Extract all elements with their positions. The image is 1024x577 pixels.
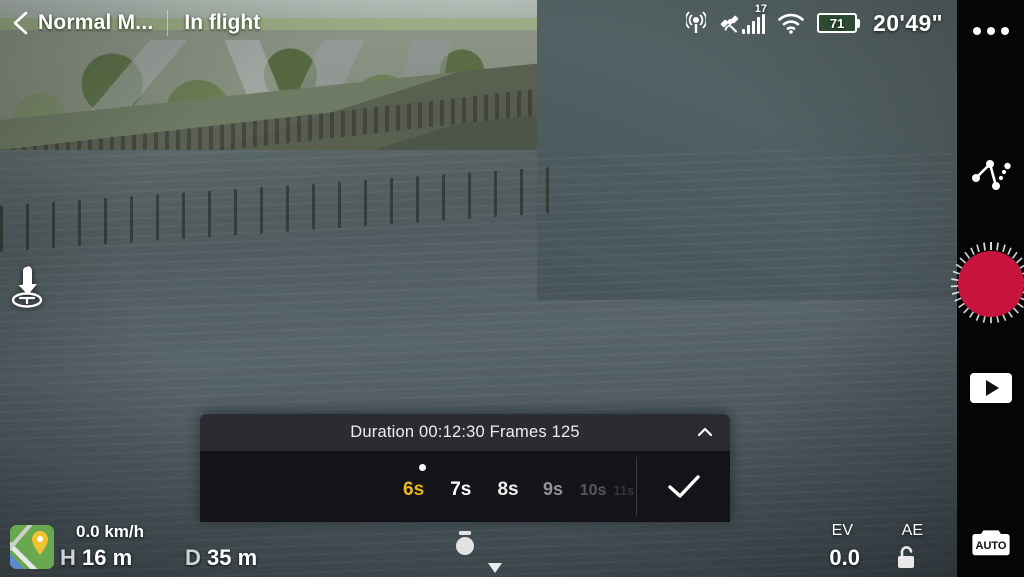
distance-value: 35 m [207, 545, 258, 570]
chevron-up-icon[interactable] [697, 425, 713, 439]
interval-option-11s[interactable]: 11s [612, 483, 636, 498]
confirm-button[interactable] [637, 451, 730, 522]
timelapse-settings-panel: Duration 00:12:30 Frames 125 6s 7s 8s 9s 10s… [200, 414, 730, 522]
record-button-icon[interactable] [950, 232, 1024, 336]
battery-indicator: 71 [817, 13, 861, 33]
interval-option-6s[interactable]: 6s [390, 479, 437, 501]
record-tick-ring [948, 241, 1024, 327]
playback-box [969, 373, 1012, 403]
speed-value: 0.0 km/h [76, 522, 145, 541]
camera-control-sidebar: AUTO [950, 0, 1024, 577]
flight-time-label: 20'49" [873, 9, 943, 36]
camera-auto-mode-icon[interactable]: AUTO [957, 518, 1024, 566]
panel-title: Duration 00:12:30 Frames 125 [350, 423, 580, 441]
minimap-thumbnail[interactable] [10, 525, 54, 569]
height-label: H [60, 545, 76, 570]
record-inner-circle [957, 251, 1024, 317]
interval-option-8s[interactable]: 8s [484, 479, 531, 501]
heading-triangle-icon [488, 563, 502, 573]
waypoint-graphic [971, 160, 1011, 190]
selected-interval-indicator [419, 464, 426, 471]
rc-signal-icon [686, 11, 707, 33]
battery-cap [857, 18, 861, 28]
dot [1000, 27, 1009, 35]
return-to-home-landing-icon[interactable] [8, 264, 46, 308]
drone-camera-app: Normal M... In flight 17 71 20'49" Durat… [0, 0, 1024, 577]
height-value: 16 m [82, 545, 133, 570]
dot [972, 27, 981, 35]
panel-header: Duration 00:12:30 Frames 125 [200, 414, 730, 451]
ae-label: AE [901, 522, 923, 539]
interval-selector[interactable]: 6s 7s 8s 9s 10s 11s [200, 451, 636, 522]
gimbal-attitude-indicator [456, 531, 474, 555]
play-triangle-icon [985, 380, 999, 396]
checkmark-icon [667, 474, 700, 498]
back-chevron-icon[interactable] [10, 10, 32, 36]
gps-status-group: 17 [719, 3, 767, 34]
distance-label: D [185, 545, 201, 570]
ev-label: EV [831, 522, 853, 539]
satellite-count-label: 17 [754, 3, 768, 15]
padlock-unlocked-icon[interactable] [895, 546, 917, 570]
status-icon-group: 17 71 20'49" [686, 3, 957, 37]
more-options-icon[interactable] [957, 17, 1024, 45]
flight-state-label: In flight [184, 11, 261, 34]
camera-auto-graphic: AUTO [971, 530, 1010, 556]
waypoint-flight-path-icon[interactable] [957, 148, 1024, 202]
interval-option-9s[interactable]: 9s [532, 479, 575, 500]
playback-gallery-icon[interactable] [957, 365, 1024, 411]
panel-body: 6s 7s 8s 9s 10s 11s [200, 451, 730, 522]
dot [986, 27, 995, 35]
signal-bars-icon [742, 14, 766, 34]
interval-option-10s[interactable]: 10s [575, 482, 612, 500]
minimap-graphic [10, 525, 54, 569]
top-status-bar: Normal M... In flight 17 71 20'49" [0, 0, 957, 46]
topbar-divider [167, 10, 169, 36]
battery-percent-label: 71 [817, 13, 858, 33]
wifi-icon [778, 13, 804, 34]
ev-value[interactable]: 0.0 [829, 545, 860, 571]
interval-option-list: 6s 7s 8s 9s 10s 11s [200, 479, 636, 501]
distance-readout: D 35 m [185, 545, 257, 571]
interval-option-7s[interactable]: 7s [437, 479, 484, 501]
camera-auto-label: AUTO [975, 540, 1006, 552]
flight-mode-label[interactable]: Normal M... [38, 11, 153, 35]
gps-satellite-icon [720, 15, 739, 33]
height-readout: H 16 m [60, 545, 132, 571]
